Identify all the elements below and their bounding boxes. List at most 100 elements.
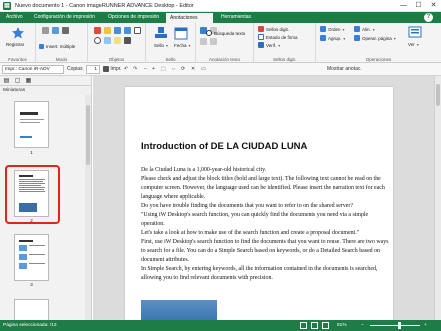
- verify-button[interactable]: Verif. ▾: [258, 42, 280, 48]
- printer-select[interactable]: Impr.: Canon iR-ADV: [2, 65, 64, 74]
- fit-width-button[interactable]: ⇔: [171, 65, 176, 74]
- sticky-note-icon[interactable]: [114, 37, 121, 44]
- text-search-button[interactable]: Búsqueda texto: [206, 30, 245, 36]
- tab-archivo[interactable]: Archivo: [2, 12, 27, 23]
- verify-icon: [258, 42, 264, 48]
- copies-stepper[interactable]: 1: [86, 65, 100, 74]
- single-page-view-icon[interactable]: [300, 322, 307, 329]
- chevron-down-icon: ▾: [372, 26, 375, 32]
- zoom-level: 81%: [337, 323, 347, 328]
- document-heading: Introduction of DE LA CIUDAD LUNA: [141, 141, 308, 152]
- hand-tool-icon[interactable]: [52, 27, 59, 34]
- tab-anotaciones[interactable]: Anotaciones: [166, 12, 213, 23]
- group-label-sellos-digit: Sellos digit.: [272, 57, 296, 62]
- ellipse-icon[interactable]: [94, 37, 101, 44]
- insert-multiple-toggle[interactable]: Insert. múltiple: [39, 44, 75, 49]
- group-label-anotacion-texto: Anotación texto: [208, 57, 241, 62]
- group-objects-button[interactable]: Agrup. ▾: [320, 35, 345, 41]
- text-comment-icon[interactable]: [210, 38, 217, 45]
- rotate-button[interactable]: ⟳: [181, 65, 185, 74]
- zoom-in-button[interactable]: +: [152, 65, 155, 74]
- align-button[interactable]: Alin. ▾: [354, 26, 375, 32]
- align-icon: [354, 26, 360, 32]
- thumbnail-text-line: [29, 245, 45, 246]
- register-button[interactable]: Registrar: [6, 42, 24, 47]
- bookmarks-tab-icon[interactable]: ▦: [24, 77, 33, 85]
- zoom-slider[interactable]: [370, 325, 420, 326]
- order-button[interactable]: Orden ▾: [320, 26, 345, 32]
- insert-multiple-label: Insert. múltiple: [46, 44, 76, 49]
- close-button[interactable]: ✕: [426, 0, 441, 12]
- comments-tab-icon[interactable]: ▢: [13, 77, 22, 85]
- chevron-down-icon: ▾: [166, 43, 169, 48]
- maximize-button[interactable]: ☐: [411, 0, 426, 12]
- zoom-out-icon: −: [144, 66, 147, 72]
- group-objetos: Objetos: [88, 23, 146, 63]
- app-icon: ▤: [3, 2, 11, 10]
- strikethrough-icon[interactable]: [200, 38, 207, 45]
- text-box-icon[interactable]: [124, 37, 131, 44]
- arrow-icon[interactable]: [124, 27, 131, 34]
- undo-button[interactable]: ↶: [124, 65, 128, 74]
- zoom-tool-icon[interactable]: [62, 27, 69, 34]
- digital-stamps-button[interactable]: Sellos digit.: [258, 26, 289, 32]
- group-modo: Insert. múltiple Modo: [36, 23, 88, 63]
- help-icon[interactable]: ?: [424, 13, 433, 22]
- delete-button[interactable]: ✕: [191, 65, 195, 74]
- page-thumbnail[interactable]: [14, 299, 49, 320]
- chevron-down-icon: ▾: [278, 42, 281, 48]
- page-thumbnail[interactable]: [14, 101, 49, 148]
- calendar-icon: [174, 27, 188, 40]
- title-bar: ▤ Nuevo documento 1 - Canon imageRUNNER …: [0, 0, 441, 12]
- chevron-down-icon: ▾: [188, 43, 191, 48]
- document-paragraph: Please check and adjust the block titles…: [141, 176, 385, 201]
- redo-button[interactable]: ↷: [133, 65, 137, 74]
- document-viewer[interactable]: Introduction of DE LA CIUDAD LUNA De la …: [93, 76, 434, 320]
- chevron-down-icon: ▾: [393, 35, 396, 41]
- minimize-button[interactable]: —: [396, 0, 411, 12]
- page-thumbnail[interactable]: [14, 234, 49, 281]
- sello-button[interactable]: Sello ▾: [154, 43, 168, 48]
- fecha-button-label: Fecha: [174, 43, 187, 48]
- cursor-tool-icon[interactable]: [42, 27, 49, 34]
- polygon-icon[interactable]: [104, 37, 111, 44]
- scrollbar-thumb[interactable]: [436, 84, 440, 106]
- digital-seal-icon: [258, 26, 264, 32]
- pen-icon[interactable]: [94, 27, 101, 34]
- scrollbar-thumb[interactable]: [86, 105, 90, 165]
- group-objects-label: Agrup.: [328, 35, 342, 41]
- tab-herramientas[interactable]: Herramientas: [217, 12, 255, 23]
- zoom-out-icon[interactable]: −: [361, 320, 364, 331]
- page-operation-button[interactable]: Operar. página ▾: [354, 35, 396, 41]
- group-sellos-digit: Sellos digit. Estado de firma Verif. ▾ S…: [254, 23, 316, 63]
- thumbnails-tab-icon[interactable]: ▤: [2, 77, 11, 85]
- zoom-out-button[interactable]: −: [144, 65, 147, 74]
- rectangle-icon[interactable]: [134, 27, 141, 34]
- viewer-scrollbar[interactable]: [434, 76, 441, 320]
- navigation-tabs: ▤ ▢ ▦: [0, 76, 92, 86]
- view-button[interactable]: Ver ▾: [408, 42, 419, 47]
- zoom-slider-handle[interactable]: [398, 322, 401, 329]
- continuous-view-icon[interactable]: [311, 322, 318, 329]
- text-search-label: Búsqueda texto: [214, 30, 246, 36]
- tab-configuracion-impresion[interactable]: Configuración de impresión: [30, 12, 99, 23]
- fit-page-button[interactable]: ⬚: [161, 65, 166, 74]
- document-image: [141, 300, 217, 320]
- print-toolbar: Impr.: Canon iR-ADV Copias 1 Impr. ↶ ↷ −…: [0, 63, 441, 76]
- show-annotations-button[interactable]: Mostrar anotac.: [327, 65, 362, 74]
- preview-button[interactable]: ▭: [201, 65, 206, 74]
- zoom-in-icon[interactable]: +: [424, 320, 427, 331]
- highlighter-icon[interactable]: [104, 27, 111, 34]
- fecha-button[interactable]: Fecha ▾: [174, 43, 191, 48]
- selected-page-status: Página seleccionada: /13: [3, 323, 57, 328]
- thumbnail-image: [19, 263, 27, 269]
- thumbnails-pane: 1 2 3: [0, 95, 92, 320]
- line-icon[interactable]: [114, 27, 121, 34]
- thumbnails-scrollbar[interactable]: [85, 95, 91, 320]
- tab-opciones-impresion[interactable]: Opciones de impresión: [104, 12, 163, 23]
- print-button[interactable]: Impr.: [103, 65, 122, 74]
- undo-icon: ↶: [124, 66, 129, 72]
- group-operaciones: Orden ▾ Agrup. ▾ Alin. ▾ Operar. página …: [316, 23, 441, 63]
- signature-status-button[interactable]: Estado de firma: [258, 34, 298, 40]
- two-page-view-icon[interactable]: [322, 322, 329, 329]
